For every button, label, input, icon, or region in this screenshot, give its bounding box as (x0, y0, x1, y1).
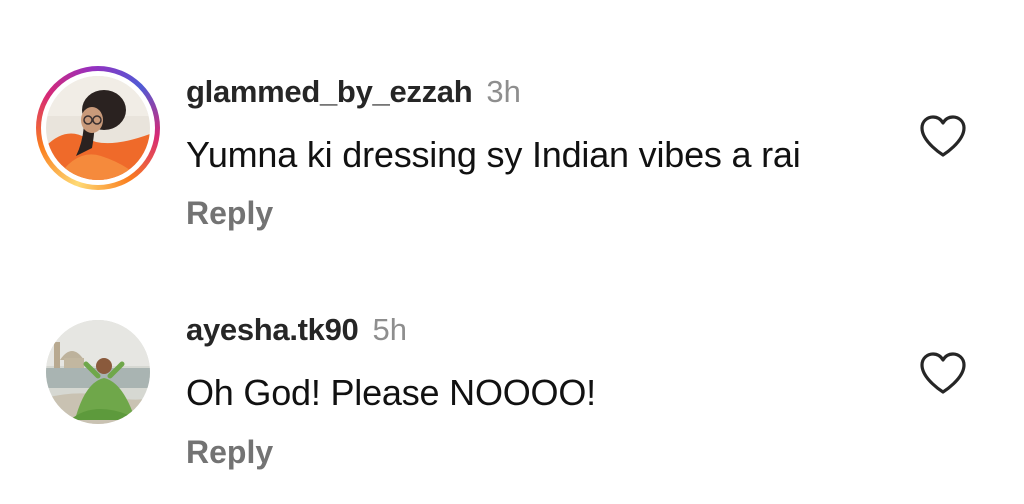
avatar-wrapper[interactable] (36, 310, 160, 434)
comment-item: ayesha.tk90 5h Oh God! Please NOOOO! Repl… (0, 252, 1024, 504)
comment-text: Yumna ki dressing sy Indian vibes a rai (186, 134, 801, 175)
heart-outline-icon (920, 115, 966, 157)
avatar-photo (46, 320, 150, 424)
comment-text: Oh God! Please NOOOO! (186, 372, 596, 413)
reply-button[interactable]: Reply (186, 434, 273, 471)
comment-list: glammed_by_ezzah 3h Yumna ki dressing sy … (0, 0, 1024, 504)
avatar (46, 76, 150, 180)
comment-header: ayesha.tk90 5h (186, 312, 407, 348)
avatar-story-ring[interactable] (36, 66, 160, 190)
username-link[interactable]: glammed_by_ezzah (186, 74, 473, 109)
heart-outline-icon (920, 352, 966, 394)
username-link[interactable]: ayesha.tk90 (186, 312, 359, 347)
comment-item: glammed_by_ezzah 3h Yumna ki dressing sy … (0, 0, 1024, 252)
like-button[interactable] (918, 113, 968, 159)
like-button[interactable] (918, 350, 968, 396)
avatar-photo (46, 76, 150, 180)
reply-button[interactable]: Reply (186, 195, 273, 232)
comment-header: glammed_by_ezzah 3h (186, 74, 521, 110)
timestamp: 5h (372, 312, 407, 347)
avatar (46, 320, 150, 424)
timestamp: 3h (486, 74, 521, 109)
